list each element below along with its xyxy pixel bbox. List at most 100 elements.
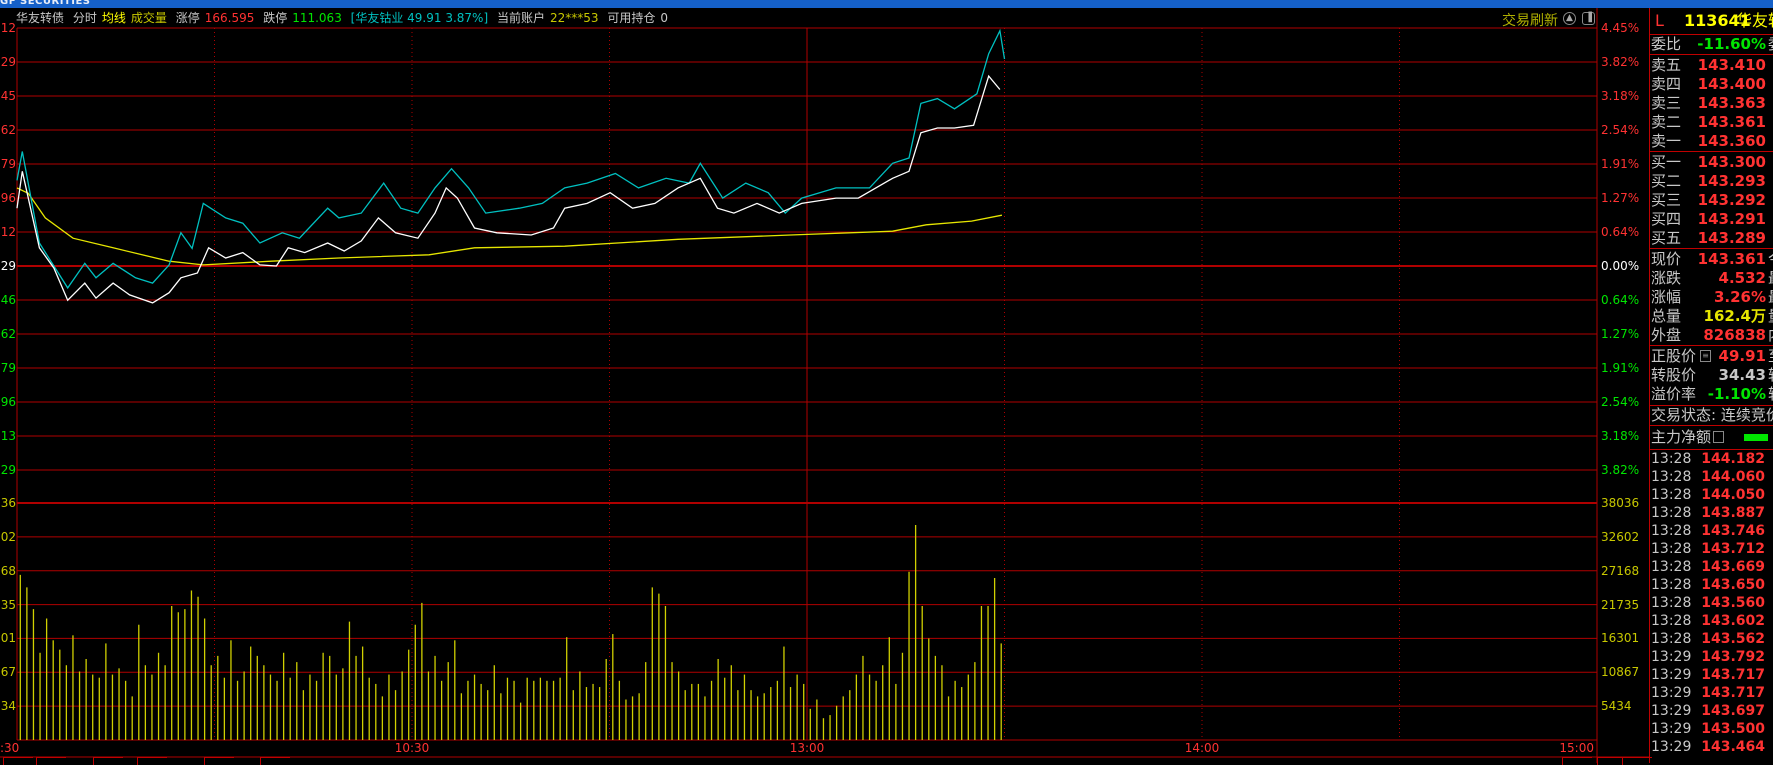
ask-level: 卖三 143.363: [1651, 94, 1773, 113]
left-price-label: 29: [0, 463, 16, 477]
intraday-chart: [0, 8, 1649, 763]
row-value: -1.10%: [1707, 385, 1766, 403]
bottom-tab[interactable]: [1622, 757, 1652, 765]
row-label: 现价: [1651, 250, 1682, 268]
tick-row: 13:29 143.792: [1651, 648, 1773, 666]
tick-time: 13:29: [1651, 649, 1692, 665]
row-label: 委比: [1651, 35, 1682, 53]
price-line: [16, 74, 1001, 304]
tick-price: 143.746: [1701, 523, 1765, 539]
tick-time: 13:28: [1651, 613, 1692, 629]
doc-icon[interactable]: ≡: [1700, 350, 1711, 362]
bottom-tab[interactable]: [93, 757, 123, 765]
time-label: :30: [0, 741, 20, 755]
right-pct-label: 2.54%: [1601, 123, 1640, 137]
tick-row: 13:28 143.669: [1651, 558, 1773, 576]
tick-price: 143.562: [1701, 631, 1765, 647]
row-value: 143.289: [1697, 229, 1766, 247]
tick-price: 143.602: [1701, 613, 1765, 629]
tick-row: 13:29 143.697: [1651, 702, 1773, 720]
left-price-label: 29: [0, 55, 16, 69]
row-label: 转股价: [1651, 366, 1697, 384]
tick-price: 144.050: [1701, 487, 1765, 503]
left-price-label: 45: [0, 89, 16, 103]
stat-row: 总量 162.4万量: [1651, 307, 1773, 326]
tick-row: 13:28 143.712: [1651, 540, 1773, 558]
time-label: 15:00: [1559, 741, 1594, 755]
time-label: 13:00: [789, 741, 825, 755]
right-pct-label: 1.91%: [1601, 361, 1640, 375]
security-short-name: 华友转: [1736, 11, 1773, 30]
tick-time: 13:28: [1651, 451, 1692, 467]
left-price-label: 12: [0, 21, 16, 35]
right-volume-label: 32602: [1601, 529, 1640, 544]
row-label: 卖五: [1651, 56, 1682, 74]
tick-row: 13:28 143.562: [1651, 630, 1773, 648]
convert-row: 溢价率 -1.10%转: [1651, 385, 1773, 404]
bid-level: 买一 143.300: [1651, 153, 1773, 172]
left-price-label: 13: [0, 429, 16, 443]
row-value: 4.532: [1718, 269, 1766, 287]
row-label: 总量: [1651, 307, 1682, 325]
left-volume-label: 34: [0, 699, 16, 714]
row-extra: 内: [1768, 326, 1773, 345]
tick-price: 143.560: [1701, 595, 1765, 611]
divider: [1650, 54, 1773, 55]
tick-row: 13:28 143.746: [1651, 522, 1773, 540]
right-pct-label: 1.91%: [1601, 157, 1640, 171]
right-pct-label: 2.54%: [1601, 395, 1640, 409]
row-label: 买一: [1651, 153, 1682, 171]
left-volume-label: 36: [0, 496, 16, 510]
trading-status: 交易状态: 连续竞价: [1651, 406, 1773, 424]
tick-price: 143.697: [1701, 703, 1765, 719]
row-label: 买二: [1651, 172, 1682, 190]
divider: [1650, 345, 1773, 346]
market-flag: L: [1655, 11, 1664, 30]
bid-level: 买三 143.292: [1651, 191, 1773, 210]
tick-price: 143.712: [1701, 541, 1765, 557]
row-extra: 今: [1768, 250, 1773, 269]
tick-price: 143.650: [1701, 577, 1765, 593]
ask-level: 卖一 143.360: [1651, 132, 1773, 151]
tick-price: 143.717: [1701, 667, 1765, 683]
row-value: 162.4万: [1703, 307, 1766, 325]
tick-time: 13:28: [1651, 505, 1692, 521]
divider: [1650, 151, 1773, 152]
right-volume-label: 21735: [1601, 597, 1640, 612]
bottom-tab[interactable]: [260, 757, 290, 765]
bottom-tab[interactable]: [3, 757, 33, 765]
bottom-tab[interactable]: [137, 757, 167, 765]
divider: [1650, 425, 1773, 426]
row-extra: 转: [1768, 366, 1773, 385]
tick-row: 13:28 144.060: [1651, 468, 1773, 486]
row-extra: 最: [1768, 269, 1773, 288]
divider: [1650, 248, 1773, 249]
stat-row: 涨幅 3.26%最: [1651, 288, 1773, 307]
right-pct-label: 4.45%: [1601, 21, 1640, 35]
tick-time: 13:29: [1651, 685, 1692, 701]
row-label: 买五: [1651, 229, 1682, 247]
right-pct-label: 3.82%: [1601, 55, 1640, 69]
row-extra: 最: [1768, 288, 1773, 307]
tick-time: 13:28: [1651, 469, 1692, 485]
row-label: 外盘: [1651, 326, 1682, 344]
tick-time: 13:29: [1651, 739, 1692, 755]
row-label: 溢价率: [1651, 385, 1697, 403]
left-price-label: 96: [0, 191, 16, 205]
left-price-label: 79: [0, 157, 16, 171]
right-volume-label: 38036: [1601, 496, 1640, 510]
quote-panel: L113641华友转委比-11.60%委卖五143.410卖四143.400卖三…: [1649, 8, 1773, 763]
row-value: 143.292: [1697, 191, 1766, 209]
tick-time: 13:28: [1651, 559, 1692, 575]
doc-icon[interactable]: [1713, 431, 1724, 443]
bottom-tab[interactable]: [204, 757, 234, 765]
bottom-tab[interactable]: [36, 757, 66, 765]
row-value: 143.360: [1697, 132, 1766, 150]
row-value: -11.60%: [1697, 35, 1766, 53]
tick-row: 13:29 143.717: [1651, 684, 1773, 702]
row-label: 卖三: [1651, 94, 1682, 112]
ask-level: 卖四 143.400: [1651, 75, 1773, 94]
order-ratio: 委比 -11.60%委: [1651, 35, 1773, 54]
tick-price: 144.182: [1701, 451, 1765, 467]
bottom-tab[interactable]: [1562, 757, 1592, 765]
